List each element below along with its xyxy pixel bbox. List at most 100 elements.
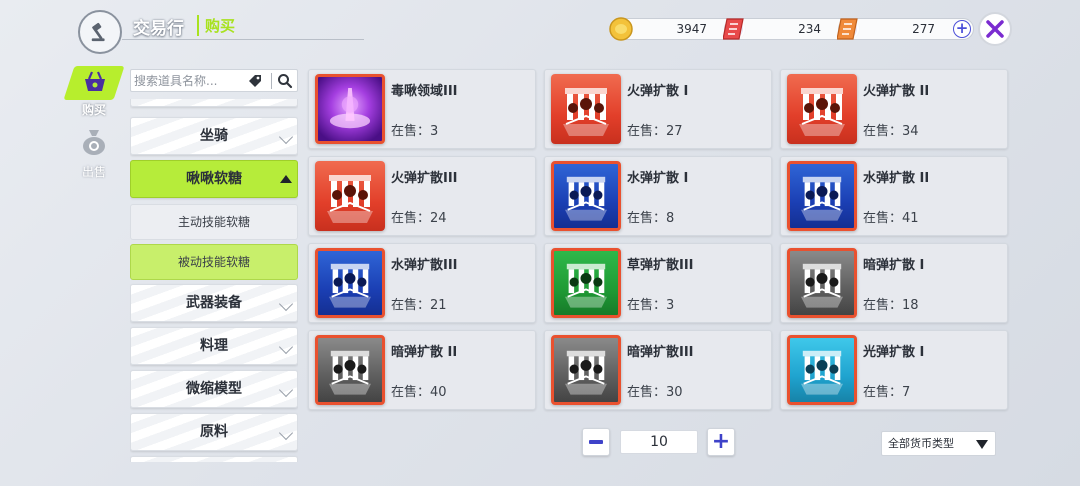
quantity-minus-button[interactable] xyxy=(582,428,610,456)
item-name: 光弹扩散 I xyxy=(863,345,925,360)
item-name: 火弹扩散 II xyxy=(863,84,930,99)
category-label: 料理 xyxy=(200,338,228,354)
chevron-down-icon xyxy=(278,129,294,145)
skill-art-icon xyxy=(564,350,608,395)
item-stock: 在售：27 xyxy=(627,124,683,139)
currency-amount: 234 xyxy=(798,22,821,36)
item-card[interactable]: 光弹扩散 I 在售：7 xyxy=(780,330,1008,410)
item-card[interactable]: 暗弹扩散III 在售：30 xyxy=(544,330,772,410)
item-thumbnail xyxy=(551,74,621,144)
tag-icon[interactable] xyxy=(247,73,263,89)
category-candy[interactable]: 啾啾软糖 xyxy=(130,160,298,198)
item-thumbnail xyxy=(551,335,621,405)
page-title: 交易行 xyxy=(133,19,184,39)
category-partial-bottom[interactable] xyxy=(130,456,298,462)
item-thumbnail xyxy=(551,161,621,231)
category-material[interactable]: 原料 xyxy=(130,413,298,451)
quantity-plus-button[interactable]: + xyxy=(707,428,735,456)
plus-icon: + xyxy=(711,429,731,454)
item-thumbnail xyxy=(315,74,385,144)
subcategory-active-skill[interactable]: 主动技能软糖 xyxy=(130,204,298,240)
category-list: 坐骑 啾啾软糖 主动技能软糖 被动技能软糖 武器装备 料理 微缩模型 原料 xyxy=(130,99,298,462)
category-label: 微缩模型 xyxy=(186,381,242,397)
item-card[interactable]: 水弹扩散 II 在售：41 xyxy=(780,156,1008,236)
category-cooking[interactable]: 料理 xyxy=(130,327,298,365)
search-separator xyxy=(271,73,272,89)
chevron-down-icon xyxy=(278,339,294,355)
item-card[interactable]: 毒啾领域III 在售：3 xyxy=(308,69,536,149)
skill-art-icon xyxy=(328,350,372,395)
item-card[interactable]: 火弹扩散 II 在售：34 xyxy=(780,69,1008,149)
item-card[interactable]: 暗弹扩散 II 在售：40 xyxy=(308,330,536,410)
close-icon xyxy=(986,20,1004,38)
item-stock: 在售：3 xyxy=(627,298,675,313)
item-name: 暗弹扩散III xyxy=(627,345,694,360)
nav-sell-label[interactable]: 出售 xyxy=(82,163,106,180)
category-label: 啾啾软糖 xyxy=(186,171,242,187)
dropdown-arrow-icon xyxy=(976,440,988,449)
item-name: 水弹扩散 I xyxy=(627,171,689,186)
item-stock: 在售：40 xyxy=(391,385,447,400)
subcategory-label: 被动技能软糖 xyxy=(177,255,250,269)
item-name: 火弹扩散 I xyxy=(627,84,689,99)
add-currency-button[interactable]: + xyxy=(953,20,971,38)
filter-label: 全部货币类型 xyxy=(888,437,954,450)
item-card[interactable]: 水弹扩散 I 在售：8 xyxy=(544,156,772,236)
item-card[interactable]: 草弹扩散III 在售：3 xyxy=(544,243,772,323)
skill-art-icon xyxy=(800,350,844,395)
red-ticket-icon xyxy=(723,18,744,40)
item-thumbnail xyxy=(315,161,385,231)
search-input[interactable] xyxy=(134,72,242,89)
collapse-arrow-icon xyxy=(280,175,292,183)
item-name: 水弹扩散 II xyxy=(863,171,930,186)
item-stock: 在售：30 xyxy=(627,385,683,400)
item-stock: 在售：8 xyxy=(627,211,675,226)
hammer-icon xyxy=(91,22,105,42)
item-card[interactable]: 火弹扩散 I 在售：27 xyxy=(544,69,772,149)
category-weapon[interactable]: 武器装备 xyxy=(130,284,298,322)
item-thumbnail xyxy=(315,248,385,318)
page-subtitle: 购买 xyxy=(197,15,235,36)
skill-art-icon xyxy=(799,88,845,136)
close-button[interactable] xyxy=(978,12,1012,46)
item-card[interactable]: 暗弹扩散 I 在售：18 xyxy=(780,243,1008,323)
category-mount[interactable]: 坐骑 xyxy=(130,117,298,155)
item-stock: 在售：7 xyxy=(863,385,911,400)
currency-filter-select[interactable]: 全部货币类型 xyxy=(881,431,996,456)
item-stock: 在售：3 xyxy=(391,124,439,139)
nav-buy-label: 购买 xyxy=(82,103,107,117)
item-name: 水弹扩散III xyxy=(391,258,458,273)
gold-coin-icon xyxy=(609,17,633,41)
category-label: 原料 xyxy=(200,424,228,440)
money-bag-icon[interactable] xyxy=(80,126,108,156)
skill-art-icon xyxy=(564,176,608,221)
search-bar xyxy=(130,69,298,92)
item-name: 火弹扩散III xyxy=(391,171,458,186)
currency-amount: 3947 xyxy=(676,22,707,36)
item-stock: 在售：41 xyxy=(863,211,919,226)
minus-icon xyxy=(589,440,603,444)
item-name: 暗弹扩散 I xyxy=(863,258,925,273)
item-card[interactable]: 水弹扩散III 在售：21 xyxy=(308,243,536,323)
search-icon[interactable] xyxy=(277,73,293,89)
skill-art-icon xyxy=(800,176,844,221)
category-partial-top[interactable] xyxy=(130,99,298,107)
item-stock: 在售：21 xyxy=(391,298,447,313)
skill-art-icon xyxy=(800,263,844,308)
item-stock: 在售：34 xyxy=(863,124,919,139)
item-name: 草弹扩散III xyxy=(627,258,694,273)
poison-field-icon xyxy=(329,87,371,129)
item-name: 毒啾领域III xyxy=(391,84,458,99)
subcategory-passive-skill[interactable]: 被动技能软糖 xyxy=(130,244,298,280)
trade-logo-icon xyxy=(78,10,122,54)
currency-orange: 277 + xyxy=(837,18,974,40)
item-stock: 在售：18 xyxy=(863,298,919,313)
skill-art-icon xyxy=(563,88,609,136)
item-thumbnail xyxy=(787,335,857,405)
orange-ticket-icon xyxy=(837,18,858,40)
item-thumbnail xyxy=(787,248,857,318)
item-card[interactable]: 火弹扩散III 在售：24 xyxy=(308,156,536,236)
category-model[interactable]: 微缩模型 xyxy=(130,370,298,408)
basket-icon xyxy=(85,71,105,91)
quantity-field[interactable]: 10 xyxy=(620,430,698,454)
